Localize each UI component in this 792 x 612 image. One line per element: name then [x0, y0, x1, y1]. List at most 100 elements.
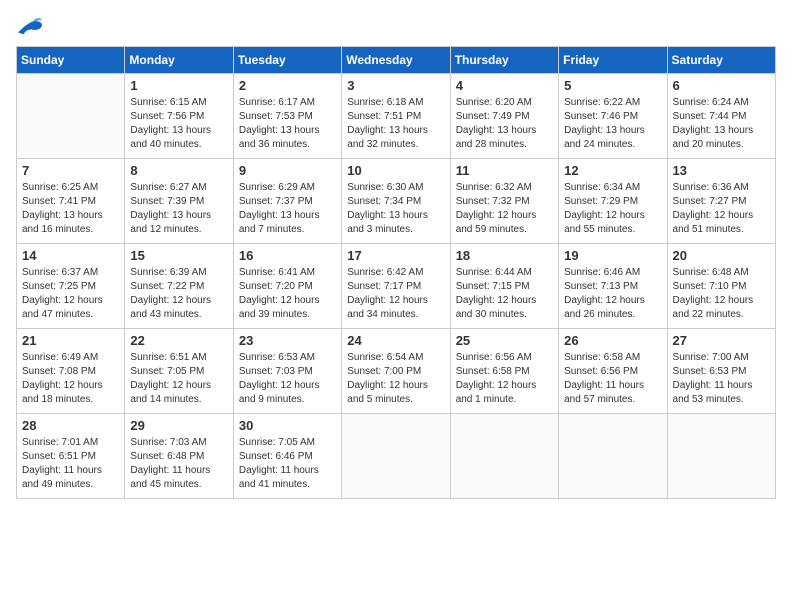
calendar-cell: 2Sunrise: 6:17 AMSunset: 7:53 PMDaylight…: [233, 74, 341, 159]
calendar-cell: 17 Sunrise: 6:42 AMSunset: 7:17 PMDayligh…: [342, 244, 450, 329]
day-number: 29: [130, 418, 227, 433]
day-info: Sunrise: 6:42 AMSunset: 7:17 PMDaylight:…: [347, 266, 444, 322]
calendar-cell: 9Sunrise: 6:29 AMSunset: 7:37 PMDaylight…: [233, 159, 341, 244]
day-info: Sunrise: 6:44 AMSunset: 7:15 PMDaylight:…: [456, 266, 553, 322]
day-info: Sunrise: 6:51 AMSunset: 7:05 PMDaylight:…: [130, 351, 227, 407]
calendar-cell: [450, 414, 558, 499]
day-info: Sunrise: 6:15 AMSunset: 7:56 PMDaylight:…: [130, 96, 227, 152]
day-number: 1: [130, 78, 227, 93]
day-info: Sunrise: 6:48 AMSunset: 7:10 PMDaylight:…: [673, 266, 770, 322]
calendar-cell: 27 Sunrise: 7:00 AMSunset: 6:53 PMDayligh…: [667, 329, 775, 414]
day-number: 8: [130, 163, 227, 178]
calendar-cell: 30Sunrise: 7:05 AMSunset: 6:46 PMDayligh…: [233, 414, 341, 499]
day-number: 18: [456, 248, 553, 263]
calendar-cell: 6Sunrise: 6:24 AMSunset: 7:44 PMDaylight…: [667, 74, 775, 159]
calendar-cell: 5 Sunrise: 6:22 AMSunset: 7:46 PMDaylight…: [559, 74, 667, 159]
day-number: 3: [347, 78, 444, 93]
day-number: 11: [456, 163, 553, 178]
weekday-header-row: SundayMondayTuesdayWednesdayThursdayFrid…: [17, 47, 776, 74]
calendar-week-row: 1 Sunrise: 6:15 AMSunset: 7:56 PMDaylight…: [17, 74, 776, 159]
weekday-header-saturday: Saturday: [667, 47, 775, 74]
day-info: Sunrise: 6:54 AMSunset: 7:00 PMDaylight:…: [347, 351, 444, 407]
calendar-cell: 29 Sunrise: 7:03 AMSunset: 6:48 PMDayligh…: [125, 414, 233, 499]
day-info: Sunrise: 6:25 AMSunset: 7:41 PMDaylight:…: [22, 181, 119, 237]
calendar-cell: 14 Sunrise: 6:37 AMSunset: 7:25 PMDayligh…: [17, 244, 125, 329]
calendar-cell: [667, 414, 775, 499]
day-number: 21: [22, 333, 119, 348]
calendar-cell: 22 Sunrise: 6:51 AMSunset: 7:05 PMDayligh…: [125, 329, 233, 414]
day-info: Sunrise: 6:46 AMSunset: 7:13 PMDaylight:…: [564, 266, 661, 322]
calendar-table: SundayMondayTuesdayWednesdayThursdayFrid…: [16, 46, 776, 499]
weekday-header-monday: Monday: [125, 47, 233, 74]
page-header: [16, 16, 776, 38]
day-number: 25: [456, 333, 553, 348]
day-info: Sunrise: 6:30 AMSunset: 7:34 PMDaylight:…: [347, 181, 444, 237]
calendar-week-row: 7 Sunrise: 6:25 AMSunset: 7:41 PMDaylight…: [17, 159, 776, 244]
calendar-cell: [559, 414, 667, 499]
day-info: Sunrise: 6:53 AMSunset: 7:03 PMDaylight:…: [239, 351, 336, 407]
day-info: Sunrise: 7:01 AMSunset: 6:51 PMDaylight:…: [22, 436, 119, 492]
weekday-header-sunday: Sunday: [17, 47, 125, 74]
day-info: Sunrise: 6:39 AMSunset: 7:22 PMDaylight:…: [130, 266, 227, 322]
calendar-cell: 25 Sunrise: 6:56 AMSunset: 6:58 PMDayligh…: [450, 329, 558, 414]
day-info: Sunrise: 6:20 AMSunset: 7:49 PMDaylight:…: [456, 96, 553, 152]
day-info: Sunrise: 6:41 AMSunset: 7:20 PMDaylight:…: [239, 266, 336, 322]
day-number: 15: [130, 248, 227, 263]
day-number: 19: [564, 248, 661, 263]
day-number: 22: [130, 333, 227, 348]
calendar-cell: 26 Sunrise: 6:58 AMSunset: 6:56 PMDayligh…: [559, 329, 667, 414]
calendar-cell: 28 Sunrise: 7:01 AMSunset: 6:51 PMDayligh…: [17, 414, 125, 499]
calendar-cell: 16 Sunrise: 6:41 AMSunset: 7:20 PMDayligh…: [233, 244, 341, 329]
day-number: 12: [564, 163, 661, 178]
day-info: Sunrise: 6:37 AMSunset: 7:25 PMDaylight:…: [22, 266, 119, 322]
day-info: Sunrise: 7:00 AMSunset: 6:53 PMDaylight:…: [673, 351, 770, 407]
calendar-cell: 10 Sunrise: 6:30 AMSunset: 7:34 PMDayligh…: [342, 159, 450, 244]
day-info: Sunrise: 6:36 AMSunset: 7:27 PMDaylight:…: [673, 181, 770, 237]
day-info: Sunrise: 6:24 AMSunset: 7:44 PMDaylight:…: [673, 96, 770, 152]
day-number: 9: [239, 163, 336, 178]
day-info: Sunrise: 6:56 AMSunset: 6:58 PMDaylight:…: [456, 351, 553, 407]
day-number: 17: [347, 248, 444, 263]
day-number: 7: [22, 163, 119, 178]
logo-bird-icon: [16, 16, 44, 38]
calendar-cell: 1 Sunrise: 6:15 AMSunset: 7:56 PMDaylight…: [125, 74, 233, 159]
day-info: Sunrise: 6:58 AMSunset: 6:56 PMDaylight:…: [564, 351, 661, 407]
calendar-cell: 23Sunrise: 6:53 AMSunset: 7:03 PMDayligh…: [233, 329, 341, 414]
day-number: 5: [564, 78, 661, 93]
calendar-cell: 4 Sunrise: 6:20 AMSunset: 7:49 PMDaylight…: [450, 74, 558, 159]
day-number: 16: [239, 248, 336, 263]
day-number: 13: [673, 163, 770, 178]
day-number: 14: [22, 248, 119, 263]
day-info: Sunrise: 6:49 AMSunset: 7:08 PMDaylight:…: [22, 351, 119, 407]
day-number: 24: [347, 333, 444, 348]
calendar-week-row: 21 Sunrise: 6:49 AMSunset: 7:08 PMDayligh…: [17, 329, 776, 414]
calendar-cell: [17, 74, 125, 159]
calendar-cell: 21 Sunrise: 6:49 AMSunset: 7:08 PMDayligh…: [17, 329, 125, 414]
day-info: Sunrise: 7:03 AMSunset: 6:48 PMDaylight:…: [130, 436, 227, 492]
calendar-cell: 12 Sunrise: 6:34 AMSunset: 7:29 PMDayligh…: [559, 159, 667, 244]
day-info: Sunrise: 6:32 AMSunset: 7:32 PMDaylight:…: [456, 181, 553, 237]
calendar-cell: [342, 414, 450, 499]
day-number: 4: [456, 78, 553, 93]
day-number: 30: [239, 418, 336, 433]
day-info: Sunrise: 6:27 AMSunset: 7:39 PMDaylight:…: [130, 181, 227, 237]
calendar-cell: 7 Sunrise: 6:25 AMSunset: 7:41 PMDaylight…: [17, 159, 125, 244]
weekday-header-friday: Friday: [559, 47, 667, 74]
day-info: Sunrise: 6:18 AMSunset: 7:51 PMDaylight:…: [347, 96, 444, 152]
weekday-header-thursday: Thursday: [450, 47, 558, 74]
day-number: 28: [22, 418, 119, 433]
calendar-cell: 24 Sunrise: 6:54 AMSunset: 7:00 PMDayligh…: [342, 329, 450, 414]
day-info: Sunrise: 6:22 AMSunset: 7:46 PMDaylight:…: [564, 96, 661, 152]
day-info: Sunrise: 6:34 AMSunset: 7:29 PMDaylight:…: [564, 181, 661, 237]
calendar-cell: 8 Sunrise: 6:27 AMSunset: 7:39 PMDaylight…: [125, 159, 233, 244]
calendar-cell: 15 Sunrise: 6:39 AMSunset: 7:22 PMDayligh…: [125, 244, 233, 329]
day-number: 27: [673, 333, 770, 348]
day-number: 20: [673, 248, 770, 263]
calendar-cell: 18 Sunrise: 6:44 AMSunset: 7:15 PMDayligh…: [450, 244, 558, 329]
weekday-header-wednesday: Wednesday: [342, 47, 450, 74]
calendar-week-row: 14 Sunrise: 6:37 AMSunset: 7:25 PMDayligh…: [17, 244, 776, 329]
day-number: 26: [564, 333, 661, 348]
day-number: 10: [347, 163, 444, 178]
calendar-cell: 19 Sunrise: 6:46 AMSunset: 7:13 PMDayligh…: [559, 244, 667, 329]
calendar-cell: 13 Sunrise: 6:36 AMSunset: 7:27 PMDayligh…: [667, 159, 775, 244]
